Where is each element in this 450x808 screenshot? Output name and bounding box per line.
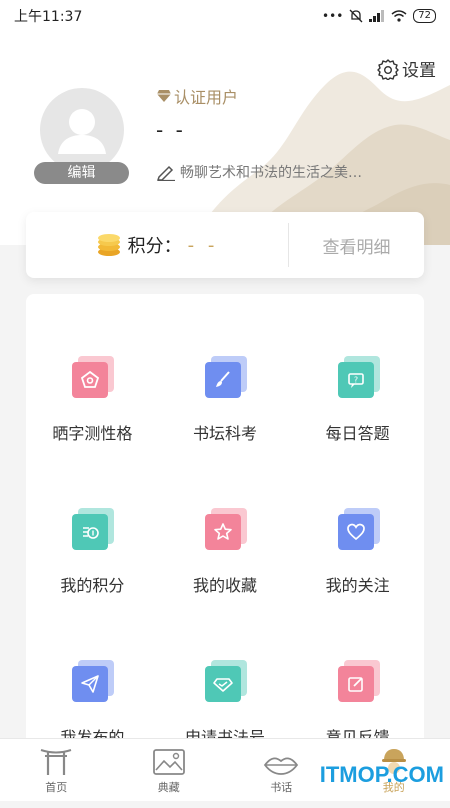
mute-icon <box>349 9 363 23</box>
points-card: 积分： - - 查看明细 <box>26 212 424 278</box>
brush-icon <box>205 362 245 402</box>
menu-item-label: 我的积分 <box>60 572 124 596</box>
user-silhouette-icon <box>40 88 124 172</box>
coins-stack-icon <box>96 233 122 257</box>
picture-icon <box>152 748 186 776</box>
menu-item-label: 我的关注 <box>326 572 390 596</box>
coins-icon <box>72 514 112 554</box>
menu-item-calligraphy-exam[interactable]: 书坛科考 <box>159 352 292 504</box>
heart-icon <box>338 514 378 554</box>
menu-card: 晒字测性格 书坛科考 ? 每日答题 我的积分 <box>26 294 424 754</box>
settings-label: 设置 <box>402 56 436 81</box>
points-detail-button[interactable]: 查看明细 <box>289 233 424 258</box>
tab-label: 首页 <box>45 779 67 795</box>
status-dots: ••• <box>322 9 343 23</box>
bio-text: 畅聊艺术和书法的生活之美… <box>180 162 362 182</box>
status-bar: 上午11:37 ••• 72 <box>0 0 450 32</box>
gate-icon <box>39 746 73 776</box>
menu-item-label: 晒字测性格 <box>52 420 132 444</box>
lips-icon <box>263 754 299 776</box>
menu-item-label: 书坛科考 <box>193 420 257 444</box>
status-time: 上午11:37 <box>14 6 82 26</box>
diamond-icon <box>205 666 245 706</box>
tab-label: 典藏 <box>158 779 180 795</box>
status-icons: ••• 72 <box>322 9 436 23</box>
battery-level: 72 <box>413 9 436 23</box>
menu-item-my-follows[interactable]: 我的关注 <box>291 504 424 656</box>
menu-item-label: 每日答题 <box>326 420 390 444</box>
settings-button[interactable]: 设置 <box>377 56 436 81</box>
points-value: - - <box>188 235 219 256</box>
gear-icon <box>377 58 399 80</box>
pencil-icon <box>156 163 176 181</box>
avatar[interactable] <box>40 88 124 172</box>
wifi-icon <box>391 10 407 22</box>
pentagon-icon <box>72 362 112 402</box>
menu-item-my-points[interactable]: 我的积分 <box>26 504 159 656</box>
menu-item-character-test[interactable]: 晒字测性格 <box>26 352 159 504</box>
edit-note-icon <box>338 666 378 706</box>
star-icon <box>205 514 245 554</box>
tab-home[interactable]: 首页 <box>0 739 113 801</box>
menu-item-label: 我的收藏 <box>193 572 257 596</box>
tab-collection[interactable]: 典藏 <box>113 739 226 801</box>
verified-label: 认证用户 <box>174 84 238 108</box>
verified-badge: 认证用户 <box>156 84 238 108</box>
edit-avatar-button[interactable]: 编辑 <box>34 162 129 184</box>
username: - - <box>156 118 186 142</box>
paper-plane-icon <box>72 666 112 706</box>
watermark-text: ITMOP.COM <box>320 762 444 788</box>
diamond-badge-icon <box>156 89 172 103</box>
points-label: 积分： <box>128 232 182 258</box>
question-chat-icon: ? <box>338 362 378 402</box>
bio[interactable]: 畅聊艺术和书法的生活之美… <box>156 162 362 182</box>
points-summary: 积分： - - <box>26 232 288 258</box>
tab-label: 书话 <box>270 779 292 795</box>
menu-item-daily-quiz[interactable]: ? 每日答题 <box>291 352 424 504</box>
svg-text:?: ? <box>354 376 358 385</box>
signal-icon <box>369 10 385 22</box>
menu-item-my-favorites[interactable]: 我的收藏 <box>159 504 292 656</box>
